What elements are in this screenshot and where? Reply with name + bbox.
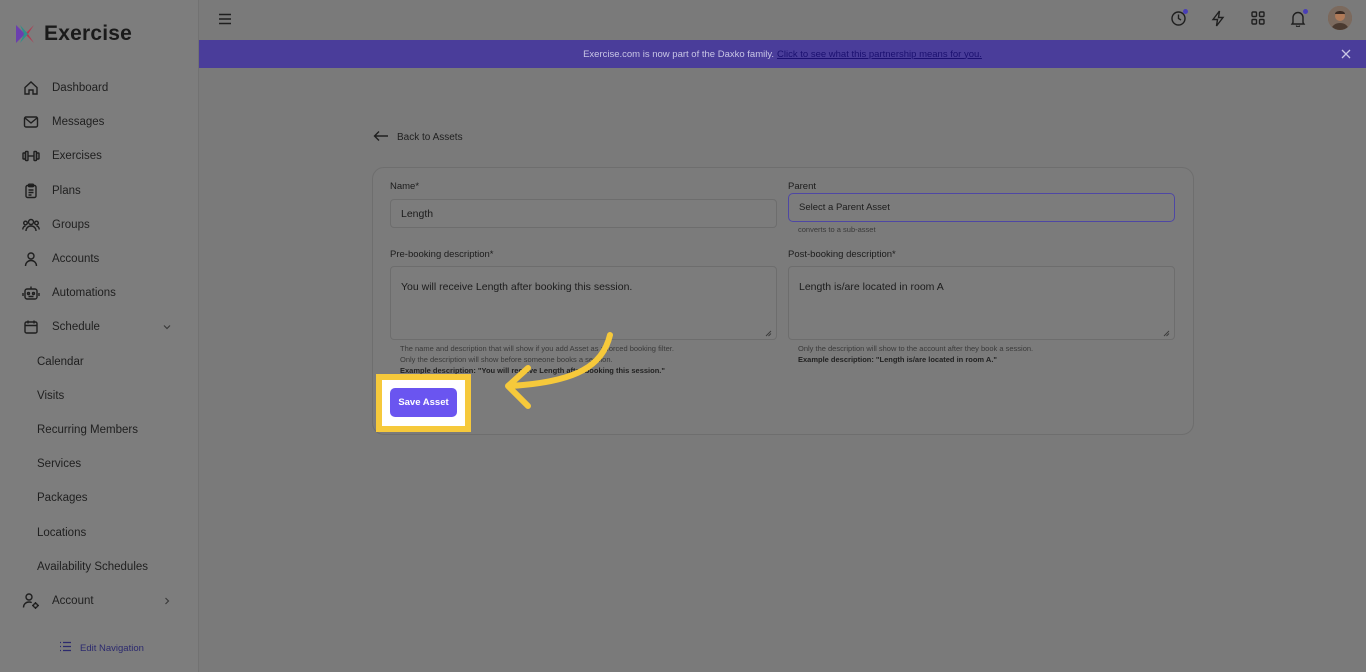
notification-dot (1183, 9, 1188, 14)
sidebar-nav: Dashboard Messages Exercises Plans Group… (0, 71, 199, 618)
post-booking-example: Example description: "Length is/are loca… (798, 355, 997, 364)
app-name: Exercise (44, 22, 133, 45)
name-value: Length (401, 207, 434, 220)
apps-grid-icon[interactable] (1248, 8, 1268, 28)
sidebar-item-label: Schedule (52, 321, 100, 334)
chevron-down-icon[interactable] (161, 321, 173, 333)
top-bar (199, 0, 1366, 40)
history-icon[interactable] (1168, 8, 1188, 28)
sidebar-subitem-calendar[interactable]: Calendar (0, 345, 199, 379)
app-logo[interactable]: Exercise (14, 22, 132, 46)
sidebar-item-automations[interactable]: Automations (0, 276, 199, 310)
sidebar-item-accounts[interactable]: Accounts (0, 242, 199, 276)
post-booking-description-field[interactable]: Length is/are located in room A (788, 266, 1175, 340)
lightning-icon[interactable] (1208, 8, 1228, 28)
banner-link[interactable]: Click to see what this partnership means… (777, 49, 982, 60)
pre-booking-description-field[interactable]: You will receive Length after booking th… (390, 266, 777, 340)
dumbbell-icon (22, 147, 40, 165)
pre-booking-label: Pre-booking description* (390, 249, 494, 260)
sidebar-subitem-label: Services (37, 458, 82, 471)
list-icon (59, 641, 72, 655)
sidebar-item-groups[interactable]: Groups (0, 208, 199, 242)
sidebar-item-label: Dashboard (52, 82, 109, 95)
sidebar-subitem-label: Recurring Members (37, 423, 138, 436)
announcement-banner: Exercise.com is now part of the Daxko fa… (199, 40, 1366, 68)
sidebar-subitem-label: Packages (37, 492, 88, 505)
sidebar-subitem-services[interactable]: Services (0, 447, 199, 481)
save-asset-button[interactable]: Save Asset (390, 388, 457, 417)
calendar-icon (22, 318, 40, 336)
sidebar-item-messages[interactable]: Messages (0, 105, 199, 139)
robot-icon (22, 284, 40, 302)
sidebar-subitem-visits[interactable]: Visits (0, 379, 199, 413)
sidebar: Exercise Dashboard Messages Exercises Pl… (0, 0, 199, 672)
sidebar-subitem-label: Locations (37, 526, 87, 539)
resize-handle-icon[interactable] (765, 328, 772, 337)
arrow-left-icon (373, 130, 389, 145)
name-label: Name* (390, 181, 420, 192)
sidebar-subitem-label: Availability Schedules (37, 560, 149, 573)
post-booking-help-line: Only the description will show to the ac… (798, 344, 1034, 353)
sidebar-item-schedule[interactable]: Schedule (0, 310, 199, 344)
sidebar-item-label: Exercises (52, 150, 102, 163)
sidebar-item-dashboard[interactable]: Dashboard (0, 71, 199, 105)
back-to-assets-link[interactable]: Back to Assets (373, 130, 463, 145)
edit-navigation-link[interactable]: Edit Navigation (59, 641, 144, 655)
sidebar-item-label: Groups (52, 218, 90, 231)
top-bar-actions (1168, 6, 1352, 30)
menu-icon[interactable] (218, 12, 232, 26)
name-field[interactable]: Length (390, 199, 777, 228)
sidebar-subitem-packages[interactable]: Packages (0, 481, 199, 515)
banner-text: Exercise.com is now part of the Daxko fa… (583, 48, 775, 60)
user-gear-icon (22, 592, 40, 610)
post-booking-value: Length is/are located in room A (799, 281, 944, 293)
tutorial-arrow-icon (505, 332, 613, 409)
sidebar-item-label: Automations (52, 287, 116, 300)
parent-label: Parent (788, 181, 816, 192)
parent-help-text: converts to a sub-asset (798, 225, 876, 234)
post-booking-label: Post-booking description* (788, 249, 896, 260)
pre-booking-value: You will receive Length after booking th… (401, 281, 633, 293)
sidebar-subitem-label: Calendar (37, 355, 84, 368)
mail-icon (22, 113, 40, 131)
notification-dot (1303, 9, 1308, 14)
users-icon (22, 216, 40, 234)
sidebar-subitem-label: Visits (37, 389, 65, 402)
edit-navigation-label: Edit Navigation (80, 642, 144, 654)
sidebar-item-account[interactable]: Account (0, 584, 199, 618)
avatar[interactable] (1328, 6, 1352, 30)
parent-value: Select a Parent Asset (799, 202, 890, 213)
close-icon[interactable] (1340, 48, 1352, 60)
sidebar-subitem-locations[interactable]: Locations (0, 515, 199, 549)
resize-handle-icon[interactable] (1163, 328, 1170, 337)
chevron-right-icon[interactable] (161, 595, 173, 607)
sidebar-item-label: Accounts (52, 253, 100, 266)
bell-icon[interactable] (1288, 8, 1308, 28)
sidebar-item-plans[interactable]: Plans (0, 174, 199, 208)
home-icon (22, 79, 40, 97)
sidebar-item-label: Plans (52, 184, 81, 197)
sidebar-item-label: Messages (52, 116, 105, 129)
exercise-logo-icon (14, 23, 36, 45)
sidebar-item-label: Account (52, 594, 94, 607)
user-icon (22, 250, 40, 268)
post-booking-help: Only the description will show to the ac… (798, 343, 1033, 365)
sidebar-subitem-recurring-members[interactable]: Recurring Members (0, 413, 199, 447)
sidebar-item-exercises[interactable]: Exercises (0, 139, 199, 173)
parent-asset-select[interactable]: Select a Parent Asset (788, 193, 1175, 222)
back-label: Back to Assets (397, 132, 463, 143)
sidebar-subitem-availability-schedules[interactable]: Availability Schedules (0, 550, 199, 584)
clipboard-icon (22, 182, 40, 200)
